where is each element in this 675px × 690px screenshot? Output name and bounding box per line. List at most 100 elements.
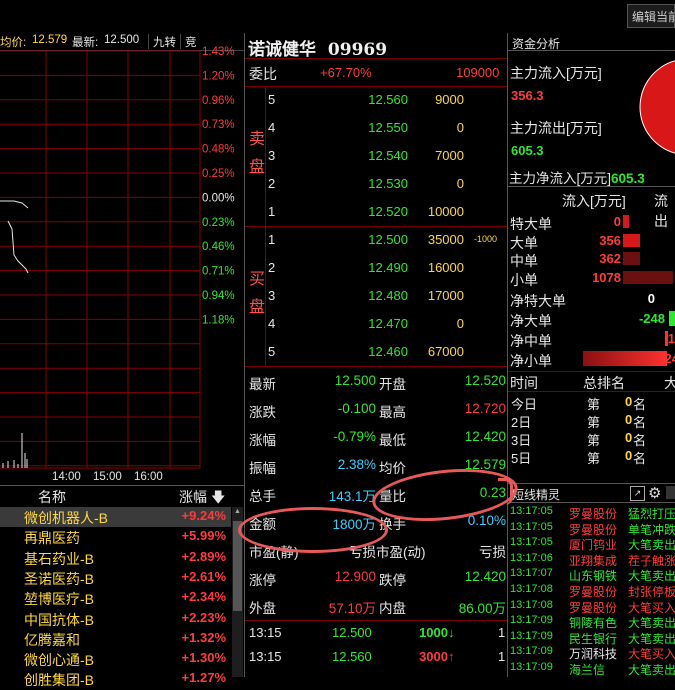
pct-label: 1.43% xyxy=(202,46,235,58)
list-item[interactable]: 创胜集团-B +1.27% xyxy=(0,669,231,689)
pct-label: 0.73% xyxy=(202,119,235,131)
sprite-row[interactable]: 13:17:05 罗曼股份 单笔冲跌 xyxy=(509,520,675,537)
sprite-row[interactable]: 13:17:06 亚翔集成 茬子触涨 xyxy=(509,551,675,568)
flow-col-headers: 流入[万元] 流出 xyxy=(509,190,675,229)
expand-icon[interactable]: ↗ xyxy=(630,486,645,501)
list-item[interactable]: 再鼎医药 +5.99% xyxy=(0,527,231,547)
order-level-row[interactable]: 4 12.550 0 xyxy=(248,114,506,142)
sprite-row[interactable]: 13:17:09 海兰信 大笔卖出 xyxy=(509,660,675,677)
stat-value: 143.1万 xyxy=(328,489,376,504)
sprite-row[interactable]: 13:17:05 罗曼股份 猛烈打压 xyxy=(509,504,675,521)
net-flow-value: 0 xyxy=(647,291,655,306)
level-number: 4 xyxy=(268,120,276,135)
trade-volume: 1000 xyxy=(419,625,448,640)
annotation-arrow-stroke xyxy=(498,478,513,505)
trade-row[interactable]: 13:15 12.560 3000 ↑ 1 xyxy=(248,646,506,670)
net-flow-value: 1 xyxy=(667,331,675,346)
level-volume: 9000 xyxy=(435,92,464,107)
order-level-row[interactable]: 2 12.530 0 xyxy=(248,170,506,198)
list-item[interactable]: 微创机器人-B +9.24% xyxy=(0,507,231,527)
rank-h-time: 时间 xyxy=(510,375,538,391)
level-volume: 17000 xyxy=(427,288,464,303)
level-number: 1 xyxy=(268,204,276,219)
intraday-chart[interactable]: 均价: 12.579 最新: 12.500 九转 竞 1.43% 1.20% 0.9… xyxy=(0,33,244,485)
sprite-row[interactable]: 13:17:09 铜陵有色 大笔卖出 xyxy=(509,613,675,630)
sprite-time: 13:17:08 xyxy=(510,583,553,595)
level-price: 12.460 xyxy=(368,344,408,359)
order-level-row[interactable]: 5 12.460 67000 xyxy=(248,338,506,366)
avg-line xyxy=(7,220,29,274)
list-item[interactable]: 基石药业-B +2.89% xyxy=(0,548,231,568)
sprite-row[interactable]: 13:17:05 厦门钨业 大笔卖出 xyxy=(509,535,675,552)
flow-value: 1078 xyxy=(592,269,621,285)
stat-value: 2.38% xyxy=(337,457,376,472)
list-item[interactable]: 中国抗体-B +2.23% xyxy=(0,609,231,629)
list-stock-name: 堃博医疗-B xyxy=(24,591,94,608)
list-h-chg[interactable]: 涨幅 xyxy=(179,487,207,507)
trade-count: 1 xyxy=(498,625,506,640)
sprite-event: 大笔卖出 xyxy=(628,663,675,677)
sprite-time: 13:17:09 xyxy=(510,629,553,642)
flow-value: 0 xyxy=(613,214,621,229)
list-stock-name: 圣诺医药-B xyxy=(24,570,94,587)
flow-bar xyxy=(623,270,673,284)
level-number: 5 xyxy=(268,344,276,359)
sprite-row[interactable]: 13:17:07 山东钢铁 大笔卖出 xyxy=(509,566,675,583)
stat-row: 涨幅 -0.79% 最低 12.420 xyxy=(248,424,506,452)
flow-row: 小单 1078 xyxy=(509,269,675,288)
stat-row: 最新 12.500 开盘 12.520 xyxy=(248,368,506,396)
trade-row[interactable]: 13:15 12.500 1000 ↓ 1 xyxy=(248,622,506,646)
level-price: 12.500 xyxy=(368,232,408,247)
list-item[interactable]: 亿腾嘉和 +1.32% xyxy=(0,629,231,649)
weibi-label: 委比 xyxy=(249,66,277,82)
list-item[interactable]: 微创心通-B +1.30% xyxy=(0,649,231,669)
order-level-row[interactable]: 3 12.540 7000 xyxy=(248,142,506,170)
level-number: 3 xyxy=(268,148,276,163)
sprite-row[interactable]: 13:17:09 万润科技 大笔买入 xyxy=(509,644,675,661)
level-volume: 0 xyxy=(456,120,464,135)
sprite-time: 13:17:05 xyxy=(510,536,553,549)
list-stock-chg: +5.99% xyxy=(181,528,226,544)
trade-time: 13:15 xyxy=(249,625,282,640)
inflow-label: 主力流入[万元] xyxy=(510,65,602,81)
level-price: 12.480 xyxy=(368,288,408,303)
sprite-time: 13:17:05 xyxy=(510,505,553,517)
stat-label: 最高 xyxy=(379,405,406,420)
order-level-row[interactable]: 3 12.480 17000 xyxy=(248,282,506,310)
order-level-row[interactable]: 2 12.490 16000 xyxy=(248,254,506,282)
net-flow-bar xyxy=(583,351,667,366)
list-item[interactable]: 圣诺医药-B +2.61% xyxy=(0,568,231,588)
time-label: 15:00 xyxy=(93,471,122,483)
order-level-row[interactable]: 1 12.500 35000 -1000 xyxy=(248,226,506,254)
flow-row: 大单 356 xyxy=(509,232,675,251)
order-level-row[interactable]: 1 12.520 10000 xyxy=(248,198,506,226)
order-level-row[interactable]: 4 12.470 0 xyxy=(248,310,506,338)
list-stock-chg: +1.27% xyxy=(181,670,226,686)
pct-label: 0.71% xyxy=(202,266,235,278)
rank-ming: 名 xyxy=(633,451,647,466)
list-stock-name: 基石药业-B xyxy=(24,550,94,567)
net-inflow-value: 605.3 xyxy=(611,171,645,186)
rank-number: 0 xyxy=(625,394,633,409)
sprite-row[interactable]: 13:17:08 罗曼股份 封张停板 xyxy=(509,582,675,599)
net-flow-label: 净小单 xyxy=(510,353,552,369)
list-item[interactable]: 堃博医疗-B +2.34% xyxy=(0,588,231,608)
sprite-row[interactable]: 13:17:08 罗曼股份 大笔买入 xyxy=(509,598,675,615)
stat-value: -0.79% xyxy=(333,429,376,444)
edit-current-button[interactable]: 编辑当前 xyxy=(627,4,675,28)
gear-icon[interactable]: ⚙ xyxy=(648,484,661,502)
weibi-row: 委比 +67.70% 109000 xyxy=(248,62,506,84)
net-flow-bar xyxy=(669,311,675,326)
net-inflow-row: 主力净流入[万元]605.3 xyxy=(509,167,645,187)
list-stock-name: 微创心通-B xyxy=(24,652,94,669)
stat-value: 亏损 xyxy=(479,545,506,560)
more-icon[interactable] xyxy=(666,486,675,499)
stat-value: 57.10万 xyxy=(328,601,376,616)
level-number: 1 xyxy=(268,232,276,247)
level-volume: 67000 xyxy=(427,344,464,359)
level-price: 12.550 xyxy=(368,120,408,135)
price-line xyxy=(0,200,29,209)
sprite-row[interactable]: 13:17:09 民生银行 大笔卖出 xyxy=(509,629,675,646)
rank-header: 时间 总排名 大 xyxy=(509,373,675,391)
order-level-row[interactable]: 5 12.560 9000 xyxy=(248,86,506,114)
